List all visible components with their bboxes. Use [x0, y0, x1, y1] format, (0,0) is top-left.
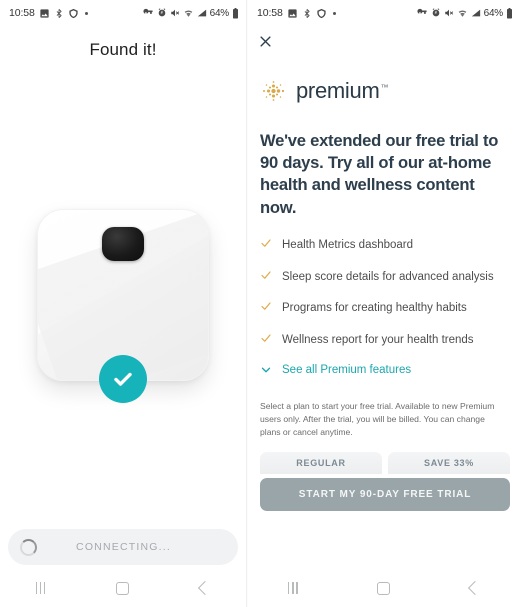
battery-icon: [233, 7, 238, 18]
battery-percent: 64%: [209, 7, 230, 19]
recents-icon[interactable]: [287, 582, 298, 594]
list-item: Sleep score details for advanced analysi…: [260, 269, 508, 286]
check-icon: [261, 334, 271, 342]
fine-print: Select a plan to start your free trial. …: [260, 400, 495, 438]
headline: We've extended our free trial to 90 days…: [260, 131, 499, 217]
check-icon: [261, 302, 271, 311]
status-bar-left-group: 10:58: [9, 7, 88, 19]
status-time: 10:58: [257, 7, 283, 19]
right-screen: 10:58 64% premium™ We've extended our fr…: [248, 0, 520, 607]
list-item-label: Health Metrics dashboard: [282, 238, 414, 251]
status-bar-right-group: 64%: [416, 7, 513, 19]
connecting-status-bar: CONNECTING...: [8, 529, 238, 565]
shield-icon: [317, 8, 326, 18]
list-item: Programs for creating healthy habits: [260, 300, 508, 317]
dot-icon: [332, 11, 336, 15]
status-time: 10:58: [9, 7, 35, 19]
alarm-icon: [432, 8, 439, 17]
list-item: Wellness report for your health trends: [260, 332, 508, 349]
scale-display-icon: [102, 227, 144, 261]
android-nav-bar-left: [0, 569, 246, 607]
dual-screenshot-container: 10:58 64% Found it! CONNECTING... 10:58 …: [0, 0, 520, 607]
device-illustration: [0, 175, 246, 415]
status-bar-left-group: 10:58: [257, 7, 336, 19]
alarm-icon: [158, 8, 165, 17]
list-item-label: Sleep score details for advanced analysi…: [282, 270, 494, 283]
image-icon: [288, 8, 297, 18]
list-item-label: Wellness report for your health trends: [282, 333, 474, 346]
check-icon: [261, 271, 271, 279]
plan-tab-save[interactable]: SAVE 33%: [388, 451, 510, 474]
back-icon[interactable]: [198, 580, 213, 596]
connecting-label: CONNECTING...: [76, 541, 171, 553]
vpn-key-icon: [416, 8, 427, 14]
mute-icon: [170, 9, 179, 17]
vpn-key-icon: [142, 8, 153, 14]
home-icon[interactable]: [116, 581, 130, 595]
back-icon[interactable]: [468, 580, 483, 596]
left-screen: 10:58 64% Found it! CONNECTING...: [0, 0, 246, 607]
loading-spinner-icon: [20, 538, 37, 556]
wifi-icon: [184, 10, 192, 17]
chevron-down-icon: [261, 367, 271, 373]
brand-name-text: premium: [296, 78, 380, 103]
status-bar-left: 10:58 64%: [0, 0, 246, 26]
status-bar-right-group: 64%: [142, 7, 239, 19]
close-icon[interactable]: [258, 34, 273, 49]
see-all-premium-features-link[interactable]: See all Premium features: [260, 364, 508, 376]
brand-trademark: ™: [380, 82, 389, 92]
bluetooth-transfer-icon: [304, 8, 310, 18]
brand-name: premium™: [296, 78, 388, 104]
battery-icon: [507, 7, 512, 18]
see-all-label: See all Premium features: [282, 363, 412, 376]
check-circle-icon: [99, 355, 147, 403]
plan-tab-regular[interactable]: REGULAR: [260, 451, 382, 474]
mute-icon: [444, 9, 453, 17]
smart-scale-image: [37, 209, 209, 403]
battery-percent: 64%: [483, 7, 504, 19]
image-icon: [40, 8, 49, 18]
status-bar-right: 10:58 64%: [248, 0, 520, 26]
signal-icon: [471, 9, 480, 17]
signal-icon: [197, 9, 206, 17]
check-icon: [261, 239, 271, 247]
dot-icon: [84, 11, 88, 15]
premium-dots-logo-icon: [263, 81, 285, 101]
feature-list: Health Metrics dashboard Sleep score det…: [248, 219, 520, 376]
home-icon[interactable]: [377, 581, 391, 595]
android-nav-bar-right: [248, 569, 520, 607]
list-item-label: Programs for creating healthy habits: [282, 302, 467, 315]
list-item: Health Metrics dashboard: [260, 237, 508, 254]
brand-logo: premium™: [248, 54, 520, 104]
recents-icon[interactable]: [35, 582, 46, 594]
bluetooth-transfer-icon: [56, 8, 62, 18]
close-button-row: [248, 26, 520, 54]
shield-icon: [69, 8, 78, 18]
page-title: Found it!: [89, 40, 157, 59]
plan-tab-group: REGULAR SAVE 33%: [248, 440, 520, 474]
start-free-trial-button[interactable]: START MY 90-DAY FREE TRIAL: [260, 477, 510, 511]
wifi-icon: [458, 10, 466, 17]
